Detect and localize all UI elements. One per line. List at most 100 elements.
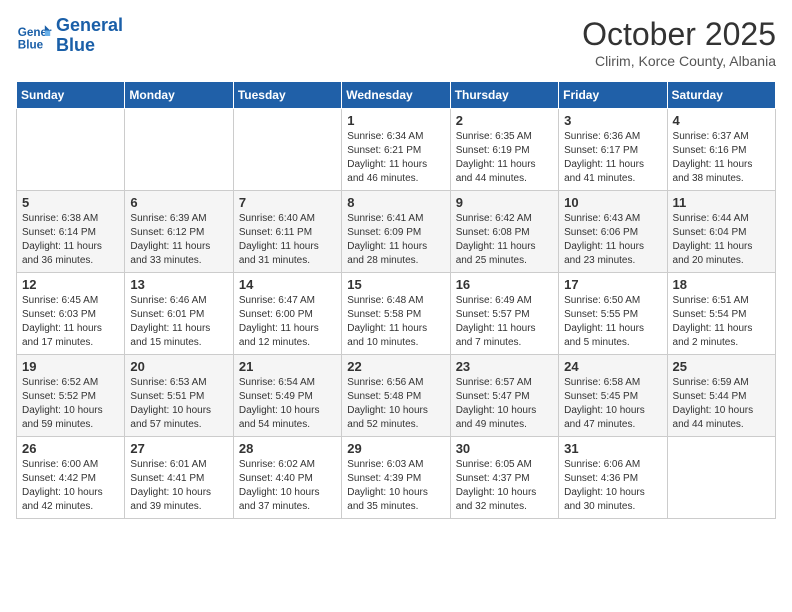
day-number: 9 [456, 195, 553, 210]
calendar-cell: 8 Sunrise: 6:41 AM Sunset: 6:09 PM Daylig… [342, 191, 450, 273]
calendar-cell: 21 Sunrise: 6:54 AM Sunset: 5:49 PM Dayli… [233, 355, 341, 437]
day-info: Sunrise: 6:02 AM Sunset: 4:40 PM Dayligh… [239, 458, 336, 514]
day-number: 8 [347, 195, 444, 210]
calendar-cell: 10 Sunrise: 6:43 AM Sunset: 6:06 PM Dayli… [559, 191, 667, 273]
calendar-cell: 20Sunrise: 6:53 AM Sunset: 5:51 PM Dayli… [125, 355, 233, 437]
calendar-cell: 30Sunrise: 6:05 AM Sunset: 4:37 PM Dayli… [450, 437, 558, 519]
calendar-cell: 19 Sunrise: 6:52 AM Sunset: 5:52 PM Dayli… [17, 355, 125, 437]
day-number: 21 [239, 359, 336, 374]
calendar-cell: 31 Sunrise: 6:06 AM Sunset: 4:36 PM Dayli… [559, 437, 667, 519]
day-number: 28 [239, 441, 336, 456]
weekday-header-cell: Tuesday [233, 82, 341, 109]
day-info: Sunrise: 6:51 AM Sunset: 5:54 PM Dayligh… [673, 294, 770, 350]
calendar-cell [667, 437, 775, 519]
day-number: 16 [456, 277, 553, 292]
day-info: Sunrise: 6:03 AM Sunset: 4:39 PM Dayligh… [347, 458, 444, 514]
day-info: Sunrise: 6:00 AM Sunset: 4:42 PM Dayligh… [22, 458, 119, 514]
logo-icon: General Blue [16, 18, 52, 54]
logo-line1: General [56, 15, 123, 35]
day-info: Sunrise: 6:35 AM Sunset: 6:19 PM Dayligh… [456, 130, 553, 186]
day-info: Sunrise: 6:42 AM Sunset: 6:08 PM Dayligh… [456, 212, 553, 268]
day-number: 4 [673, 113, 770, 128]
calendar-table: SundayMondayTuesdayWednesdayThursdayFrid… [16, 81, 776, 519]
day-info: Sunrise: 6:56 AM Sunset: 5:48 PM Dayligh… [347, 376, 444, 432]
day-info: Sunrise: 6:39 AM Sunset: 6:12 PM Dayligh… [130, 212, 227, 268]
calendar-cell: 17 Sunrise: 6:50 AM Sunset: 5:55 PM Dayli… [559, 273, 667, 355]
calendar-cell: 1 Sunrise: 6:34 AM Sunset: 6:21 PM Daylig… [342, 109, 450, 191]
day-info: Sunrise: 6:48 AM Sunset: 5:58 PM Dayligh… [347, 294, 444, 350]
day-number: 24 [564, 359, 661, 374]
title-block: October 2025 Clirim, Korce County, Alban… [582, 16, 776, 69]
calendar-body: 1 Sunrise: 6:34 AM Sunset: 6:21 PM Daylig… [17, 109, 776, 519]
day-info: Sunrise: 6:40 AM Sunset: 6:11 PM Dayligh… [239, 212, 336, 268]
day-number: 14 [239, 277, 336, 292]
location-subtitle: Clirim, Korce County, Albania [582, 53, 776, 69]
day-number: 1 [347, 113, 444, 128]
day-number: 2 [456, 113, 553, 128]
day-info: Sunrise: 6:52 AM Sunset: 5:52 PM Dayligh… [22, 376, 119, 432]
day-info: Sunrise: 6:53 AM Sunset: 5:51 PM Dayligh… [130, 376, 227, 432]
calendar-cell: 18 Sunrise: 6:51 AM Sunset: 5:54 PM Dayli… [667, 273, 775, 355]
day-info: Sunrise: 6:36 AM Sunset: 6:17 PM Dayligh… [564, 130, 661, 186]
weekday-header-row: SundayMondayTuesdayWednesdayThursdayFrid… [17, 82, 776, 109]
day-info: Sunrise: 6:06 AM Sunset: 4:36 PM Dayligh… [564, 458, 661, 514]
day-number: 3 [564, 113, 661, 128]
month-title: October 2025 [582, 16, 776, 53]
day-number: 17 [564, 277, 661, 292]
calendar-cell: 4 Sunrise: 6:37 AM Sunset: 6:16 PM Daylig… [667, 109, 775, 191]
day-number: 31 [564, 441, 661, 456]
calendar-cell: 14 Sunrise: 6:47 AM Sunset: 6:00 PM Dayli… [233, 273, 341, 355]
calendar-cell: 5 Sunrise: 6:38 AM Sunset: 6:14 PM Daylig… [17, 191, 125, 273]
logo: General Blue General Blue [16, 16, 123, 56]
day-number: 23 [456, 359, 553, 374]
logo-line2: Blue [56, 35, 95, 55]
calendar-week-row: 26 Sunrise: 6:00 AM Sunset: 4:42 PM Dayli… [17, 437, 776, 519]
calendar-cell: 28 Sunrise: 6:02 AM Sunset: 4:40 PM Dayli… [233, 437, 341, 519]
day-info: Sunrise: 6:37 AM Sunset: 6:16 PM Dayligh… [673, 130, 770, 186]
day-number: 7 [239, 195, 336, 210]
page-header: General Blue General Blue October 2025 C… [16, 16, 776, 69]
day-number: 5 [22, 195, 119, 210]
weekday-header-cell: Saturday [667, 82, 775, 109]
calendar-cell: 22 Sunrise: 6:56 AM Sunset: 5:48 PM Dayli… [342, 355, 450, 437]
day-number: 26 [22, 441, 119, 456]
day-number: 11 [673, 195, 770, 210]
day-info: Sunrise: 6:47 AM Sunset: 6:00 PM Dayligh… [239, 294, 336, 350]
day-info: Sunrise: 6:54 AM Sunset: 5:49 PM Dayligh… [239, 376, 336, 432]
day-info: Sunrise: 6:38 AM Sunset: 6:14 PM Dayligh… [22, 212, 119, 268]
weekday-header-cell: Sunday [17, 82, 125, 109]
day-info: Sunrise: 6:59 AM Sunset: 5:44 PM Dayligh… [673, 376, 770, 432]
day-number: 18 [673, 277, 770, 292]
day-number: 10 [564, 195, 661, 210]
day-info: Sunrise: 6:43 AM Sunset: 6:06 PM Dayligh… [564, 212, 661, 268]
calendar-cell [17, 109, 125, 191]
calendar-cell: 25Sunrise: 6:59 AM Sunset: 5:44 PM Dayli… [667, 355, 775, 437]
day-info: Sunrise: 6:57 AM Sunset: 5:47 PM Dayligh… [456, 376, 553, 432]
day-info: Sunrise: 6:46 AM Sunset: 6:01 PM Dayligh… [130, 294, 227, 350]
calendar-week-row: 12 Sunrise: 6:45 AM Sunset: 6:03 PM Dayli… [17, 273, 776, 355]
day-info: Sunrise: 6:34 AM Sunset: 6:21 PM Dayligh… [347, 130, 444, 186]
day-info: Sunrise: 6:45 AM Sunset: 6:03 PM Dayligh… [22, 294, 119, 350]
weekday-header-cell: Monday [125, 82, 233, 109]
day-number: 22 [347, 359, 444, 374]
logo-text: General Blue [56, 16, 123, 56]
calendar-week-row: 5 Sunrise: 6:38 AM Sunset: 6:14 PM Daylig… [17, 191, 776, 273]
calendar-cell: 12 Sunrise: 6:45 AM Sunset: 6:03 PM Dayli… [17, 273, 125, 355]
calendar-week-row: 19 Sunrise: 6:52 AM Sunset: 5:52 PM Dayli… [17, 355, 776, 437]
weekday-header-cell: Thursday [450, 82, 558, 109]
day-info: Sunrise: 6:01 AM Sunset: 4:41 PM Dayligh… [130, 458, 227, 514]
day-number: 12 [22, 277, 119, 292]
calendar-cell [125, 109, 233, 191]
svg-text:Blue: Blue [18, 38, 44, 51]
day-info: Sunrise: 6:49 AM Sunset: 5:57 PM Dayligh… [456, 294, 553, 350]
calendar-cell: 2 Sunrise: 6:35 AM Sunset: 6:19 PM Daylig… [450, 109, 558, 191]
day-number: 19 [22, 359, 119, 374]
calendar-cell: 6 Sunrise: 6:39 AM Sunset: 6:12 PM Daylig… [125, 191, 233, 273]
day-number: 30 [456, 441, 553, 456]
calendar-cell [233, 109, 341, 191]
day-info: Sunrise: 6:50 AM Sunset: 5:55 PM Dayligh… [564, 294, 661, 350]
day-number: 6 [130, 195, 227, 210]
calendar-cell: 23 Sunrise: 6:57 AM Sunset: 5:47 PM Dayli… [450, 355, 558, 437]
calendar-week-row: 1 Sunrise: 6:34 AM Sunset: 6:21 PM Daylig… [17, 109, 776, 191]
day-info: Sunrise: 6:41 AM Sunset: 6:09 PM Dayligh… [347, 212, 444, 268]
